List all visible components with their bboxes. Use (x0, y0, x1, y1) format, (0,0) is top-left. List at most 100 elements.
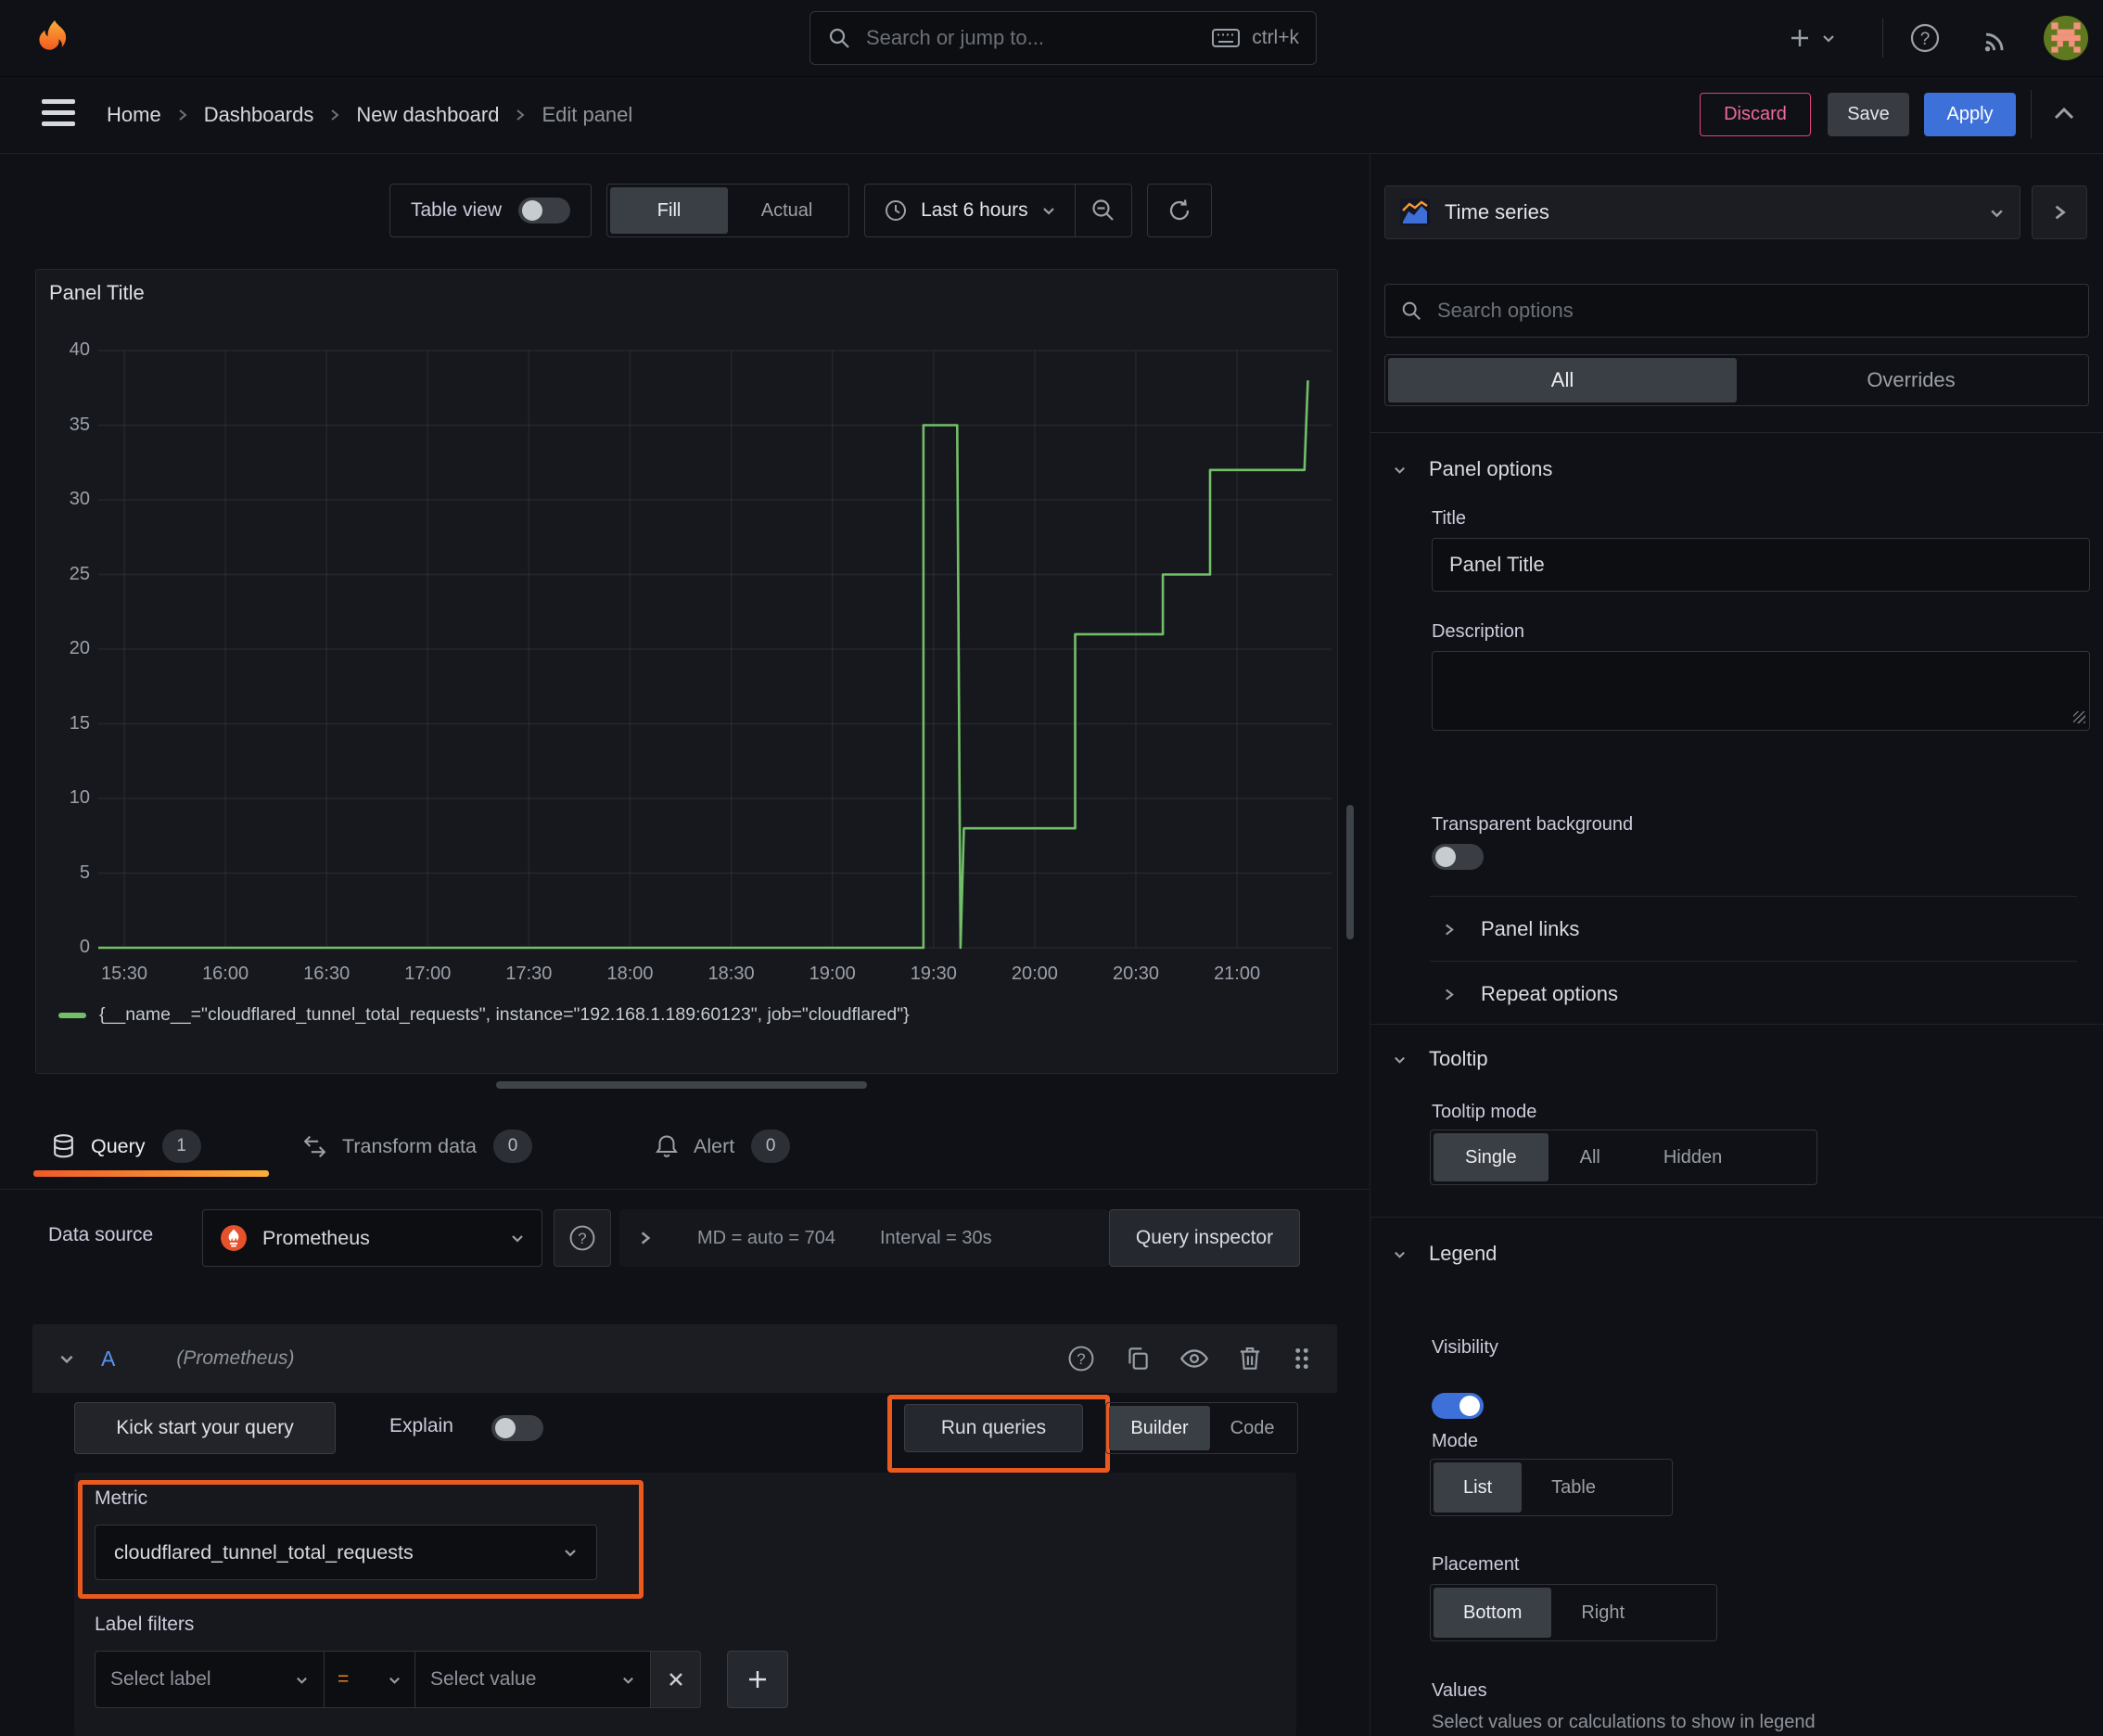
run-queries-button[interactable]: Run queries (904, 1404, 1083, 1452)
breadcrumb-home[interactable]: Home (107, 103, 161, 127)
repeat-options-header[interactable]: Repeat options (1443, 977, 1618, 1011)
metric-label: Metric (95, 1487, 148, 1509)
query-help-icon[interactable]: ? (1066, 1344, 1096, 1373)
news-rss-icon[interactable] (1981, 23, 2012, 55)
operator-dropdown[interactable]: = (325, 1651, 415, 1708)
discard-button[interactable]: Discard (1700, 93, 1811, 136)
legend-header[interactable]: Legend (1393, 1237, 1497, 1270)
panel-title-input[interactable] (1432, 538, 2090, 592)
legend-mode-segment: List Table (1430, 1459, 1673, 1516)
tooltip-mode-segment: Single All Hidden (1430, 1130, 1817, 1185)
label-filters-label: Label filters (95, 1614, 195, 1635)
grafana-app: ctrl+k ? (0, 0, 2103, 1736)
time-range-control: Last 6 hours (864, 184, 1132, 237)
global-search-input[interactable] (864, 25, 1212, 51)
query-options-toggle[interactable] (638, 1230, 653, 1246)
placement-right[interactable]: Right (1551, 1588, 1654, 1638)
visibility-toggle[interactable] (1432, 1393, 1484, 1419)
tooltip-mode-all[interactable]: All (1549, 1133, 1632, 1181)
select-label-dropdown[interactable]: Select label (95, 1651, 325, 1708)
datasource-name: Prometheus (262, 1226, 370, 1249)
tab-alert-label: Alert (694, 1134, 735, 1157)
drag-handle-icon[interactable] (1291, 1345, 1313, 1372)
metric-dropdown[interactable]: cloudflared_tunnel_total_requests (95, 1525, 597, 1580)
menu-toggle[interactable] (42, 99, 77, 131)
tab-transform[interactable]: Transform data 0 (302, 1109, 532, 1183)
visibility-label: Visibility (1432, 1337, 1498, 1358)
options-search-input[interactable] (1435, 298, 2073, 324)
y-tick-label: 35 (69, 414, 90, 435)
time-range-label: Last 6 hours (921, 199, 1028, 221)
grafana-logo[interactable] (33, 17, 76, 59)
explain-toggle[interactable] (491, 1415, 543, 1441)
chart-plot[interactable] (36, 270, 1337, 993)
breadcrumb-dashboards[interactable]: Dashboards (204, 103, 314, 127)
chevron-down-icon (1989, 205, 2005, 221)
fill-option[interactable]: Fill (610, 187, 729, 234)
vertical-scrollbar[interactable] (1346, 805, 1354, 939)
breadcrumb-separator-icon (328, 108, 341, 122)
datasource-picker[interactable]: Prometheus (202, 1209, 542, 1267)
options-filter-segment: All Overrides (1384, 354, 2089, 406)
actual-option[interactable]: Actual (728, 187, 846, 234)
options-search-box[interactable] (1384, 284, 2089, 338)
tooltip-mode-single[interactable]: Single (1434, 1133, 1549, 1181)
new-button[interactable] (1788, 20, 1836, 56)
query-inspector-button[interactable]: Query inspector (1109, 1209, 1300, 1267)
remove-filter-button[interactable] (651, 1651, 701, 1708)
add-filter-button[interactable] (727, 1651, 788, 1708)
tab-alert[interactable]: Alert 0 (655, 1109, 791, 1183)
legend-item[interactable]: {__name__="cloudflared_tunnel_total_requ… (58, 1004, 910, 1026)
duplicate-query-icon[interactable] (1124, 1345, 1152, 1372)
transparent-background-toggle[interactable] (1432, 844, 1484, 870)
x-tick-label: 19:00 (809, 964, 856, 984)
legend-series-marker (58, 1012, 86, 1018)
panel-links-header[interactable]: Panel links (1443, 913, 1579, 946)
resize-handle[interactable] (2073, 711, 2085, 723)
global-search[interactable]: ctrl+k (809, 11, 1317, 65)
query-ref-id: A (101, 1346, 116, 1371)
panel-view-toolbar: Table view Fill Actual Last 6 hours (389, 184, 1212, 237)
chevron-down-icon (58, 1350, 75, 1367)
refresh-button[interactable] (1146, 184, 1212, 237)
apply-button[interactable]: Apply (1924, 93, 2016, 136)
y-tick-label: 40 (69, 339, 90, 360)
viz-name: Time series (1445, 200, 1549, 223)
save-button[interactable]: Save (1828, 93, 1909, 136)
breadcrumb-separator-icon (176, 108, 189, 122)
legend-mode-list[interactable]: List (1434, 1462, 1523, 1513)
help-icon[interactable]: ? (1908, 21, 1942, 55)
breadcrumb-new-dashboard[interactable]: New dashboard (356, 103, 499, 127)
explain-label: Explain (389, 1415, 453, 1436)
table-view-toggle[interactable] (518, 198, 571, 223)
y-tick-label: 0 (79, 937, 90, 957)
hide-query-icon[interactable] (1179, 1345, 1209, 1372)
code-option[interactable]: Code (1210, 1406, 1294, 1450)
datasource-help-button[interactable]: ? (554, 1209, 611, 1267)
horizontal-scrollbar[interactable] (496, 1081, 867, 1089)
nav-bar: Home Dashboards New dashboard Edit panel… (0, 77, 2103, 154)
visualization-picker[interactable]: Time series (1384, 185, 2020, 239)
collapse-options-button[interactable] (2032, 185, 2087, 239)
delete-query-icon[interactable] (1237, 1345, 1263, 1372)
builder-option[interactable]: Builder (1109, 1406, 1211, 1450)
options-tab-all[interactable]: All (1388, 358, 1737, 402)
query-row-header[interactable]: A (Prometheus) ? (32, 1324, 1337, 1393)
legend-mode-table[interactable]: Table (1522, 1462, 1625, 1513)
description-textarea[interactable] (1432, 651, 2090, 731)
zoom-out-button[interactable] (1076, 185, 1131, 236)
panel-options-header[interactable]: Panel options (1393, 453, 1552, 486)
description-field-wrap (1432, 651, 2090, 731)
user-avatar[interactable] (2044, 16, 2088, 60)
collapse-header-icon[interactable] (2051, 103, 2077, 125)
tooltip-header[interactable]: Tooltip (1393, 1042, 1488, 1076)
time-range-picker[interactable]: Last 6 hours (865, 185, 1075, 236)
select-value-dropdown[interactable]: Select value (415, 1651, 651, 1708)
placement-bottom[interactable]: Bottom (1434, 1588, 1552, 1638)
panel-options-title: Panel options (1429, 457, 1553, 480)
options-tab-overrides[interactable]: Overrides (1737, 358, 2085, 402)
metric-value: cloudflared_tunnel_total_requests (114, 1540, 414, 1564)
kickstart-button[interactable]: Kick start your query (74, 1402, 336, 1454)
tooltip-mode-hidden[interactable]: Hidden (1632, 1133, 1753, 1181)
panel: Panel Title 0 5 10 15 20 25 30 35 40 15:30 16:00 1… (35, 269, 1338, 1074)
